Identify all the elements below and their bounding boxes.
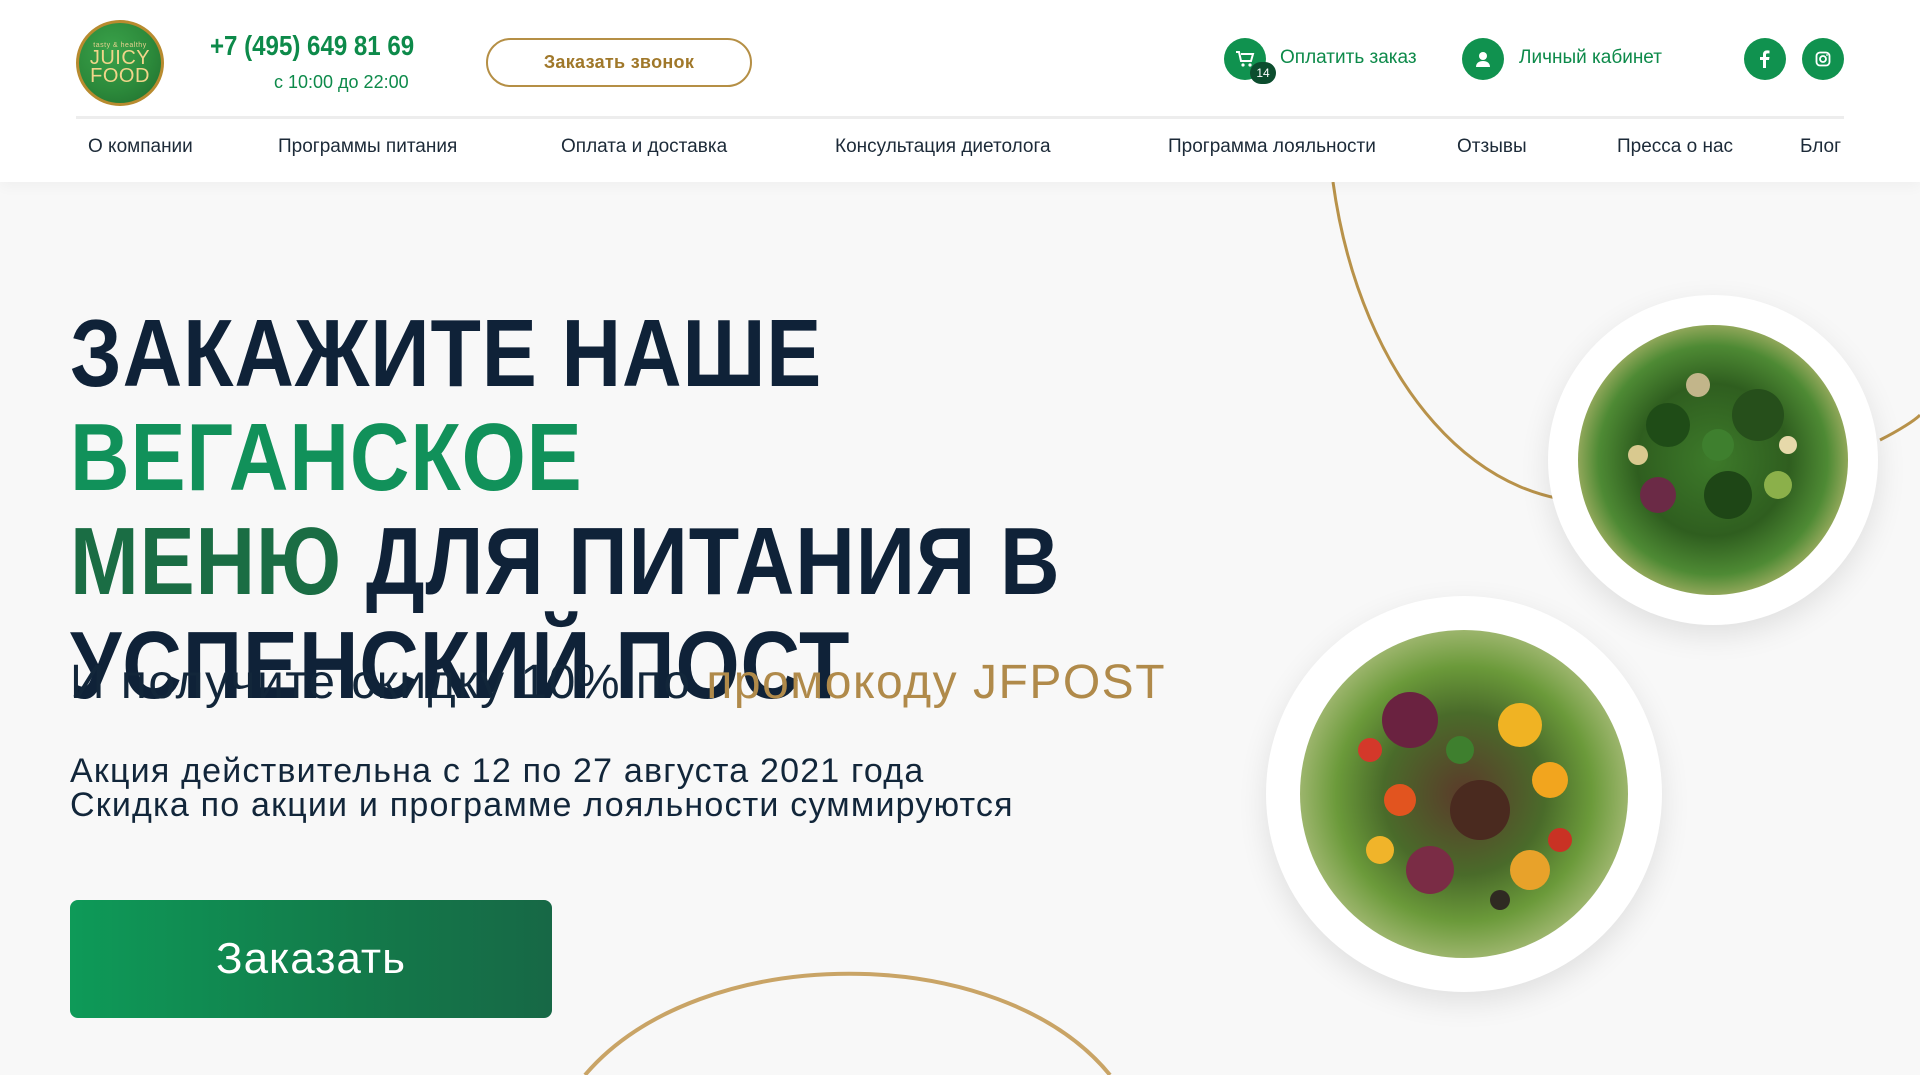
order-button[interactable]: Заказать (70, 900, 552, 1018)
cart-count-badge: 14 (1250, 62, 1276, 84)
nav-item-blog[interactable]: Блог (1800, 136, 1841, 158)
logo-word-juicy: JUICY (89, 46, 151, 69)
callback-button[interactable]: Заказать звонок (486, 38, 752, 87)
promo-code-text: промокоду JFPOST (706, 656, 1167, 709)
nav-item-about[interactable]: О компании (88, 136, 193, 158)
personal-cabinet-link[interactable]: Личный кабинет (1519, 47, 1662, 69)
nav-item-press[interactable]: Пресса о нас (1617, 136, 1733, 158)
salad-bowl-top-image (1548, 295, 1878, 625)
pay-order-link[interactable]: Оплатить заказ (1280, 47, 1417, 69)
discount-subtitle: И получите скидку 10% по промокоду JFPOS… (70, 655, 1166, 710)
nav-item-payment-delivery[interactable]: Оплата и доставка (561, 136, 727, 158)
promo-dates: Акция действительна с 12 по 27 августа 2… (70, 752, 925, 790)
user-icon[interactable] (1462, 38, 1504, 80)
promo-loyalty-note: Скидка по акции и программе лояльности с… (70, 786, 1014, 824)
nav-item-programs[interactable]: Программы питания (278, 136, 457, 158)
facebook-icon[interactable] (1744, 38, 1786, 80)
nav-item-loyalty[interactable]: Программа лояльности (1168, 136, 1376, 158)
hero-title-part-1: ЗАКАЖИТЕ НАШЕ (70, 300, 823, 407)
juicy-food-logo[interactable]: tasty & healthy JUICY FOOD (76, 20, 164, 106)
instagram-icon[interactable] (1802, 38, 1844, 80)
promo-conditions: Акция действительна с 12 по 27 августа 2… (70, 754, 1014, 822)
nav-item-dietitian[interactable]: Консультация диетолога (835, 136, 1051, 158)
header-divider (76, 116, 1844, 119)
hero-title-green-1: ВЕГАНСКОЕ (70, 404, 583, 511)
logo-word-food: FOOD (90, 64, 150, 87)
site-header: tasty & healthy JUICY FOOD +7 (495) 649 … (0, 0, 1920, 182)
working-hours: с 10:00 до 22:00 (274, 72, 409, 92)
hero-title-part-2: ДЛЯ ПИТАНИЯ В (342, 508, 1061, 615)
main-nav: О компании Программы питания Оплата и до… (76, 136, 1844, 166)
discount-text: И получите скидку 10% по (70, 656, 707, 709)
salad-bowl-bottom-image (1266, 596, 1662, 992)
phone-number[interactable]: +7 (495) 649 81 69 (210, 30, 414, 62)
nav-item-reviews[interactable]: Отзывы (1457, 136, 1527, 158)
hero-title-green-2: МЕНЮ (70, 508, 343, 615)
